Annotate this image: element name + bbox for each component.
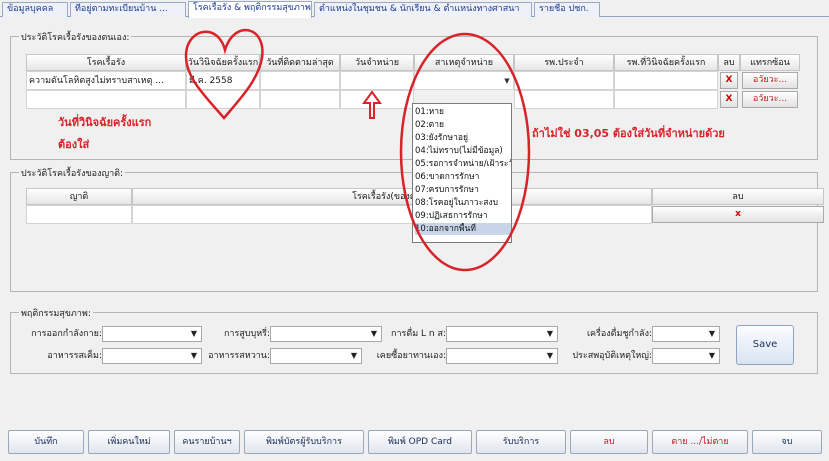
health-group: พฤติกรรมสุขภาพ: [10, 306, 818, 374]
sweet-food-select[interactable]: ▼ [270, 348, 362, 364]
self-medication-select[interactable]: ▼ [446, 348, 558, 364]
energy-drink-select[interactable]: ▼ [652, 326, 720, 342]
energy-drink-label: เครื่องดื่มชูกำลัง: [586, 329, 652, 339]
chevron-down-icon[interactable]: ▼ [187, 349, 201, 363]
accident-label: ประสพอุบัติเหตุใหญ่: [572, 351, 652, 361]
exercise-select[interactable]: ▼ [102, 326, 202, 342]
chevron-down-icon[interactable]: ▼ [543, 349, 557, 363]
self-medication-label: เคยซื้อยาทานเอง: [376, 351, 446, 361]
ellipse-annotation [399, 32, 531, 272]
accident-select[interactable]: ▼ [652, 348, 720, 364]
chevron-down-icon[interactable]: ▼ [705, 327, 719, 341]
heart-annotation [184, 28, 264, 120]
save-button[interactable]: Save [736, 325, 794, 365]
alcohol-label: การดื่ม L n ส: [391, 329, 446, 339]
print-opd-card-button[interactable]: พิมพ์ OPD Card [368, 430, 472, 454]
household-people-button[interactable]: คนรายบ้านฯ [174, 430, 240, 454]
chevron-down-icon[interactable]: ▼ [187, 327, 201, 341]
receive-service-button[interactable]: รับบริการ [476, 430, 566, 454]
finish-button[interactable]: จบ [752, 430, 822, 454]
delete-button[interactable]: ลบ [570, 430, 648, 454]
salty-food-select[interactable]: ▼ [102, 348, 202, 364]
smoking-select[interactable]: ▼ [270, 326, 382, 342]
annotation-overlay [184, 28, 531, 272]
print-service-card-button[interactable]: พิมพ์บัตรผู้รับบริการ [244, 430, 364, 454]
sweet-food-label: อาหารรสหวาน: [208, 351, 270, 361]
record-button[interactable]: บันทึก [8, 430, 84, 454]
chevron-down-icon[interactable]: ▼ [705, 349, 719, 363]
chevron-down-icon[interactable]: ▼ [347, 349, 361, 363]
health-title: พฤติกรรมสุขภาพ: [19, 306, 93, 320]
chevron-down-icon[interactable]: ▼ [543, 327, 557, 341]
alcohol-select[interactable]: ▼ [446, 326, 558, 342]
exercise-label: การออกกำลังกาย: [31, 329, 102, 339]
salty-food-label: อาหารรสเค็ม: [47, 351, 102, 361]
up-arrow-annotation [362, 90, 382, 119]
death-status-button[interactable]: ตาย .../ไม่ตาย [652, 430, 748, 454]
add-person-button[interactable]: เพิ่มคนใหม่ [88, 430, 170, 454]
chevron-down-icon[interactable]: ▼ [367, 327, 381, 341]
smoking-label: การสูบบุหรี่: [223, 329, 270, 339]
